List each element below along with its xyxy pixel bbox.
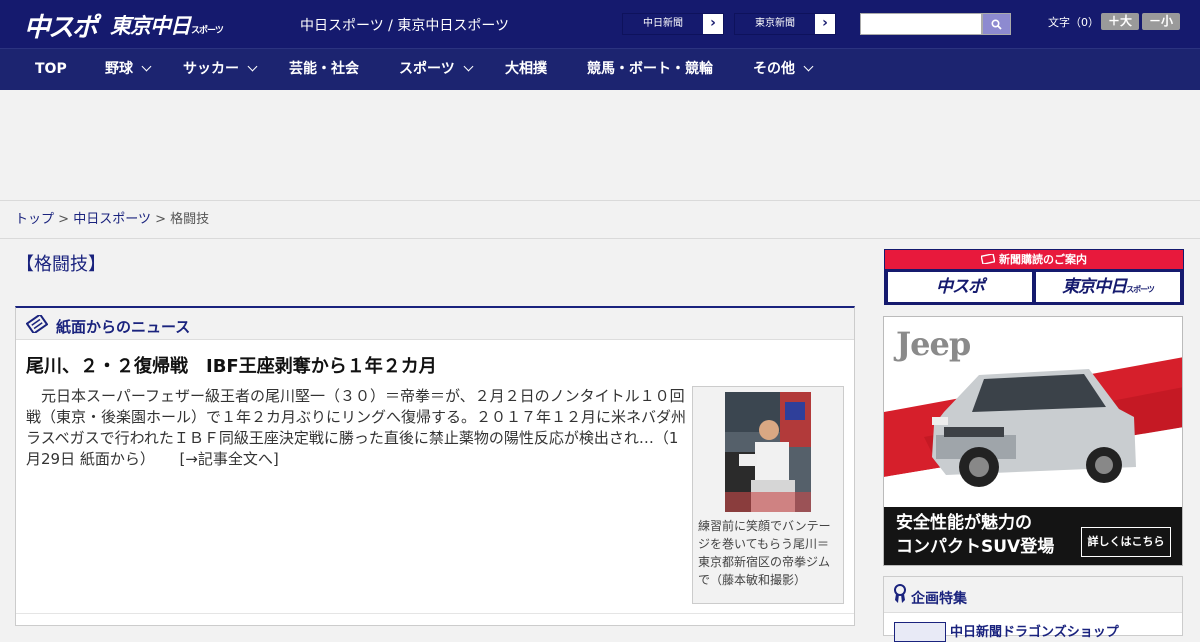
chevron-down-icon [247,61,258,72]
tokyo-shimbun-link[interactable]: 東京新聞 › [734,13,836,35]
subscribe-chuspo-button[interactable]: 中スポ [888,272,1032,302]
article-photo-box: 練習前に笑顔でバンテージを巻いてもらう尾川＝東京都新宿区の帝拳ジムで（藤本敏和撮… [692,386,844,604]
nav-item-entertainment[interactable]: 芸能・社会 [289,49,359,91]
nav-label: サッカー [183,61,239,77]
feature-title: 企画特集 [911,591,967,607]
read-more-link[interactable]: [→記事全文へ] [179,450,278,468]
nav-item-sumo[interactable]: 大相撲 [505,49,547,91]
search-button[interactable] [982,13,1011,35]
subscription-header: 新聞購読のご案内 [885,250,1183,269]
font-larger-button[interactable]: ＋大 [1101,13,1139,30]
font-size-label: 文字（0） [1048,16,1099,29]
nav-item-soccer[interactable]: サッカー [183,49,258,91]
breadcrumb: トップ > 中日スポーツ > 格闘技 [0,200,1200,239]
nav-item-sports[interactable]: スポーツ [399,49,474,91]
news-panel-title: 紙面からのニュース [56,318,191,336]
page-title: 【格闘技】 [16,254,106,275]
jeep-advertisement[interactable]: Jeep 安全性能が魅力の コンパクトSUV登場 詳しくはこちら [883,316,1183,566]
subscribe-tokyo-button[interactable]: 東京中日スポーツ [1036,272,1180,302]
article-body-text: 元日本スーパーフェザー級王者の尾川堅一（３０）＝帝拳＝が、２月２日のノンタイトル… [26,387,687,468]
subscription-box: 新聞購読のご案内 中スポ 東京中日スポーツ [884,249,1184,305]
nav-label: その他 [753,61,795,77]
feature-header: 企画特集 [884,577,1182,613]
ad-headline: 安全性能が魅力の コンパクトSUV登場 [896,511,1054,559]
ad-headline-line2: コンパクトSUV登場 [896,537,1055,557]
breadcrumb-separator: > [58,212,70,227]
ticket-icon [980,253,996,265]
nav-label: スポーツ [399,61,455,77]
ribbon-icon [894,584,906,603]
feature-box: 企画特集 中日新聞ドラゴンズショップ [883,576,1183,642]
chunichi-shimbun-label: 中日新聞 [623,14,703,34]
newspaper-icon [26,315,48,333]
breadcrumb-home[interactable]: トップ [15,212,54,227]
ad-cta-button[interactable]: 詳しくはこちら [1081,527,1171,557]
news-panel-header: 紙面からのニュース [16,308,854,340]
panel-divider [16,613,854,614]
chevron-right-icon: › [710,15,716,31]
breadcrumb-separator: > [155,212,166,227]
jeep-logo: Jeep [896,325,971,363]
subscription-header-text: 新聞購読のご案内 [999,253,1087,266]
site-header: 中スポ 東京中日スポーツ 中日スポーツ / 東京中日スポーツ 中日新聞 › 東京… [0,0,1200,48]
tokyo-chunichi-logo[interactable]: 東京中日スポーツ [110,10,224,40]
article-photo[interactable] [725,392,811,512]
chevron-down-icon [803,61,814,72]
nav-item-baseball[interactable]: 野球 [105,49,152,91]
article-separator [160,450,175,468]
article-title[interactable]: 尾川、２・２復帰戦 IBF王座剥奪から１年２カ月 [26,352,437,378]
chuspo-logo[interactable]: 中スポ [24,7,98,44]
nav-label: TOP [35,61,67,77]
nav-label: 競馬・ボート・競輪 [587,61,713,77]
nav-label: 野球 [105,61,133,77]
chevron-right-icon: › [822,15,828,31]
nav-label: 大相撲 [505,61,547,77]
subscribe-tokyo-sub: スポーツ [1126,285,1155,294]
search-input[interactable] [860,13,982,35]
photo-caption: 練習前に笑顔でバンテージを巻いてもらう尾川＝東京都新宿区の帝拳ジムで（藤本敏和撮… [698,519,831,587]
tokyo-logo-text: 東京中日 [110,14,191,38]
tokyo-logo-sub: スポーツ [191,26,224,36]
nav-item-other[interactable]: その他 [753,49,814,91]
ad-caption-band: 安全性能が魅力の コンパクトSUV登場 詳しくはこちら [884,507,1182,565]
nav-label: 芸能・社会 [289,61,359,77]
feature-thumbnail[interactable] [894,622,946,642]
news-panel: 紙面からのニュース 尾川、２・２復帰戦 IBF王座剥奪から１年２カ月 元日本スー… [15,306,855,626]
breadcrumb-section[interactable]: 中日スポーツ [73,212,151,227]
ad-headline-line1: 安全性能が魅力の [896,513,1032,533]
nav-item-top[interactable]: TOP [35,49,67,91]
boxer-photo-illustration [725,392,811,512]
subscribe-tokyo-text: 東京中日 [1062,277,1127,297]
feature-item-link[interactable]: 中日新聞ドラゴンズショップ [950,621,1119,640]
top-ad-space [0,90,1200,200]
main-nav: TOP 野球 サッカー 芸能・社会 スポーツ 大相撲 競馬・ボート・競輪 その他 [0,48,1200,90]
chunichi-shimbun-link[interactable]: 中日新聞 › [622,13,724,35]
article-summary: 元日本スーパーフェザー級王者の尾川堅一（３０）＝帝拳＝が、２月２日のノンタイトル… [26,386,686,470]
breadcrumb-current: 格闘技 [170,212,210,227]
search-icon [991,18,1002,30]
tokyo-shimbun-label: 東京新聞 [735,14,815,34]
chevron-down-icon [463,61,474,72]
site-title: 中日スポーツ / 東京中日スポーツ [300,18,510,34]
chevron-down-icon [141,61,152,72]
nav-item-racing[interactable]: 競馬・ボート・競輪 [587,49,713,91]
font-smaller-button[interactable]: －小 [1142,13,1180,30]
